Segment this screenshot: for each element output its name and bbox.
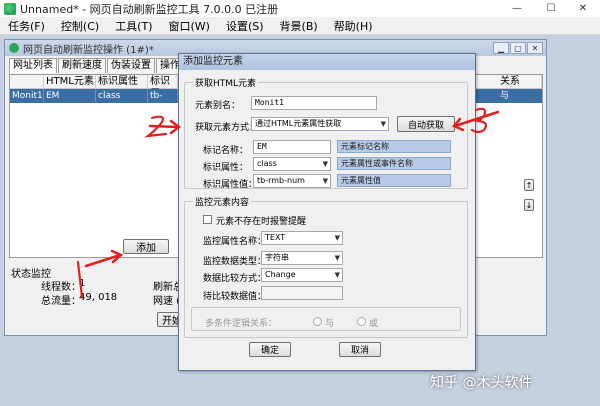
arrow-2 (148, 124, 180, 129)
watermark: 知乎 @木头软件 (430, 375, 533, 391)
annotation-layer (76, 107, 500, 299)
annotation-number-1-stroke (76, 260, 84, 299)
arrow-3 (453, 110, 500, 128)
